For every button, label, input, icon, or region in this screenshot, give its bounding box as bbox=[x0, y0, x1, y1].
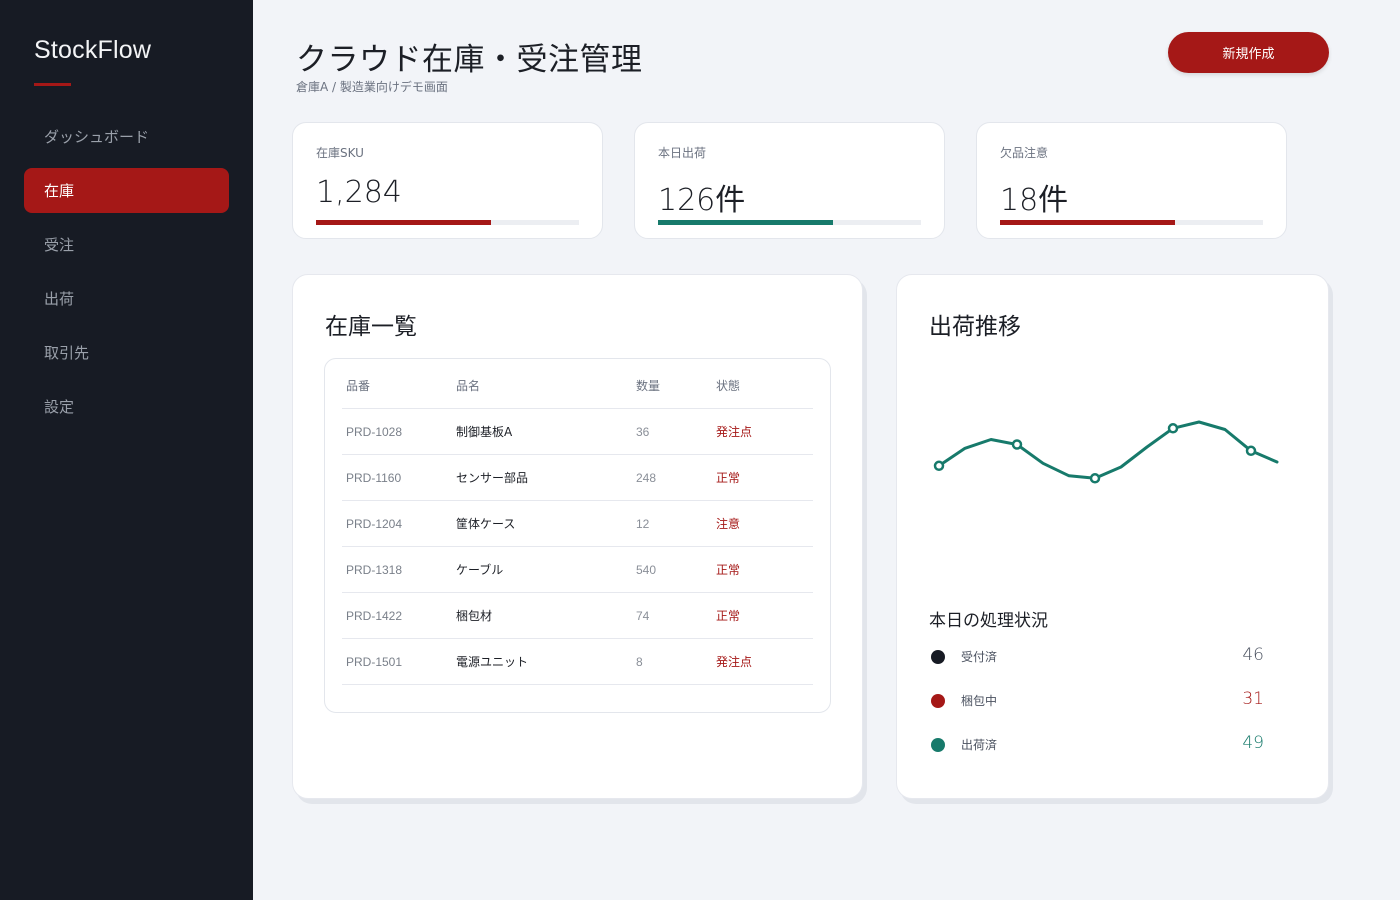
column-header-qty[interactable]: 数量 bbox=[636, 363, 660, 408]
column-header-name[interactable]: 品名 bbox=[456, 363, 480, 408]
table-row[interactable]: PRD-1204 筐体ケース 12 注意 bbox=[342, 501, 813, 547]
sidebar-item-orders[interactable]: 受注 bbox=[24, 222, 229, 267]
cell-status: 正常 bbox=[716, 609, 741, 623]
data-point[interactable] bbox=[1011, 439, 1023, 450]
kpi-card-shipments: 本日出荷 126件 bbox=[634, 122, 945, 239]
kpi-label: 在庫SKU bbox=[316, 146, 364, 160]
sidebar: StockFlow ダッシュボード 在庫受注出荷取引先設定 bbox=[0, 0, 253, 900]
kpi-value: 126件 bbox=[658, 183, 746, 218]
kpi-progress-fill bbox=[316, 220, 491, 225]
cell-name: 梱包材 bbox=[456, 609, 493, 623]
cell-code: PRD-1028 bbox=[346, 424, 403, 439]
sidebar-item-dashboard[interactable]: ダッシュボード bbox=[24, 114, 229, 159]
status-dot-icon bbox=[931, 738, 945, 752]
brand-underline bbox=[34, 83, 71, 86]
table-header: 品番 品名 数量 状態 bbox=[342, 363, 813, 409]
cell-name: 電源ユニット bbox=[456, 655, 529, 669]
inventory-title: 在庫一覧 bbox=[325, 314, 417, 340]
cell-status: 正常 bbox=[716, 471, 741, 485]
series-line bbox=[937, 420, 1279, 480]
cell-status: 注意 bbox=[716, 517, 741, 531]
kpi-value: 18件 bbox=[1000, 183, 1069, 218]
kpi-card-shortage: 欠品注意 18件 bbox=[976, 122, 1287, 239]
table-row[interactable]: PRD-1028 制御基板A 36 発注点 bbox=[342, 409, 813, 455]
data-point[interactable] bbox=[933, 460, 945, 472]
status-value: 49 bbox=[1242, 733, 1264, 753]
sidebar-item-inventory[interactable]: 在庫 bbox=[24, 168, 229, 213]
status-dot-icon bbox=[931, 694, 945, 708]
cell-code: PRD-1204 bbox=[346, 516, 403, 531]
status-label: 出荷済 bbox=[961, 738, 998, 752]
cell-name: 筐体ケース bbox=[456, 517, 516, 531]
kpi-progress-fill bbox=[1000, 220, 1175, 225]
kpi-label: 本日出荷 bbox=[658, 146, 707, 160]
cell-code: PRD-1160 bbox=[346, 470, 402, 485]
sidebar-item-partners[interactable]: 取引先 bbox=[24, 330, 229, 375]
data-point[interactable] bbox=[1167, 423, 1179, 434]
cell-qty: 248 bbox=[636, 470, 657, 485]
sidebar-nav: ダッシュボード 在庫受注出荷取引先設定 bbox=[24, 114, 229, 438]
table-row[interactable]: PRD-1422 梱包材 74 正常 bbox=[342, 593, 813, 639]
sidebar-item-shipping[interactable]: 出荷 bbox=[24, 276, 229, 321]
cell-qty: 36 bbox=[636, 424, 650, 439]
cell-code: PRD-1422 bbox=[346, 608, 403, 623]
cell-name: センサー部品 bbox=[456, 471, 529, 485]
column-header-status[interactable]: 状態 bbox=[716, 363, 740, 408]
status-title: 本日の処理状況 bbox=[929, 611, 1048, 631]
table-row[interactable]: PRD-1501 電源ユニット 8 発注点 bbox=[342, 639, 813, 685]
kpi-label: 欠品注意 bbox=[1000, 146, 1049, 160]
shipping-trend-chart bbox=[933, 420, 1279, 484]
cell-qty: 74 bbox=[636, 608, 650, 623]
new-button[interactable]: 新規作成 bbox=[1168, 32, 1329, 73]
table-row[interactable]: PRD-1318 ケーブル 540 正常 bbox=[342, 547, 813, 593]
kpi-progress-track bbox=[658, 220, 921, 225]
status-item: 梱包中 31 bbox=[929, 689, 1264, 711]
status-item: 出荷済 49 bbox=[929, 733, 1264, 755]
cell-qty: 12 bbox=[636, 516, 650, 531]
cell-qty: 540 bbox=[636, 562, 657, 577]
kpi-value: 1,284 bbox=[316, 175, 402, 210]
status-label: 梱包中 bbox=[961, 694, 998, 708]
page-subtitle: 倉庫A / 製造業向けデモ画面 bbox=[296, 80, 448, 94]
status-dot-icon bbox=[931, 650, 945, 664]
shipping-card: 出荷推移 本日の処理状況 受付済 46 梱包中 31 出荷済 49 bbox=[896, 274, 1329, 799]
brand-logo: StockFlow bbox=[34, 36, 152, 64]
sidebar-item-settings[interactable]: 設定 bbox=[24, 384, 229, 429]
cell-qty: 8 bbox=[636, 654, 643, 669]
cell-status: 発注点 bbox=[716, 655, 753, 669]
cell-status: 正常 bbox=[716, 563, 741, 577]
status-label: 受付済 bbox=[961, 650, 998, 664]
column-header-code[interactable]: 品番 bbox=[346, 363, 370, 408]
status-value: 31 bbox=[1242, 689, 1264, 709]
cell-code: PRD-1318 bbox=[346, 562, 403, 577]
cell-name: 制御基板A bbox=[456, 425, 513, 439]
kpi-progress-track bbox=[316, 220, 579, 225]
cell-status: 発注点 bbox=[716, 425, 753, 439]
table-row[interactable]: PRD-1160 センサー部品 248 正常 bbox=[342, 455, 813, 501]
status-item: 受付済 46 bbox=[929, 645, 1264, 667]
status-value: 46 bbox=[1242, 645, 1264, 665]
kpi-card-sku: 在庫SKU 1,284 bbox=[292, 122, 603, 239]
kpi-progress-track bbox=[1000, 220, 1263, 225]
page-title: クラウド在庫・受注管理 bbox=[296, 42, 643, 78]
kpi-progress-fill bbox=[658, 220, 833, 225]
data-point[interactable] bbox=[1245, 445, 1257, 457]
cell-code: PRD-1501 bbox=[346, 654, 403, 669]
inventory-table: 品番 品名 数量 状態 PRD-1028 制御基板A 36 発注点 PRD-1160 セン… bbox=[324, 358, 831, 713]
cell-name: ケーブル bbox=[456, 563, 504, 577]
inventory-card: 在庫一覧 品番 品名 数量 状態 PRD-1028 制御基板A 36 発注点 PRD-1… bbox=[292, 274, 863, 799]
data-point[interactable] bbox=[1089, 473, 1101, 484]
